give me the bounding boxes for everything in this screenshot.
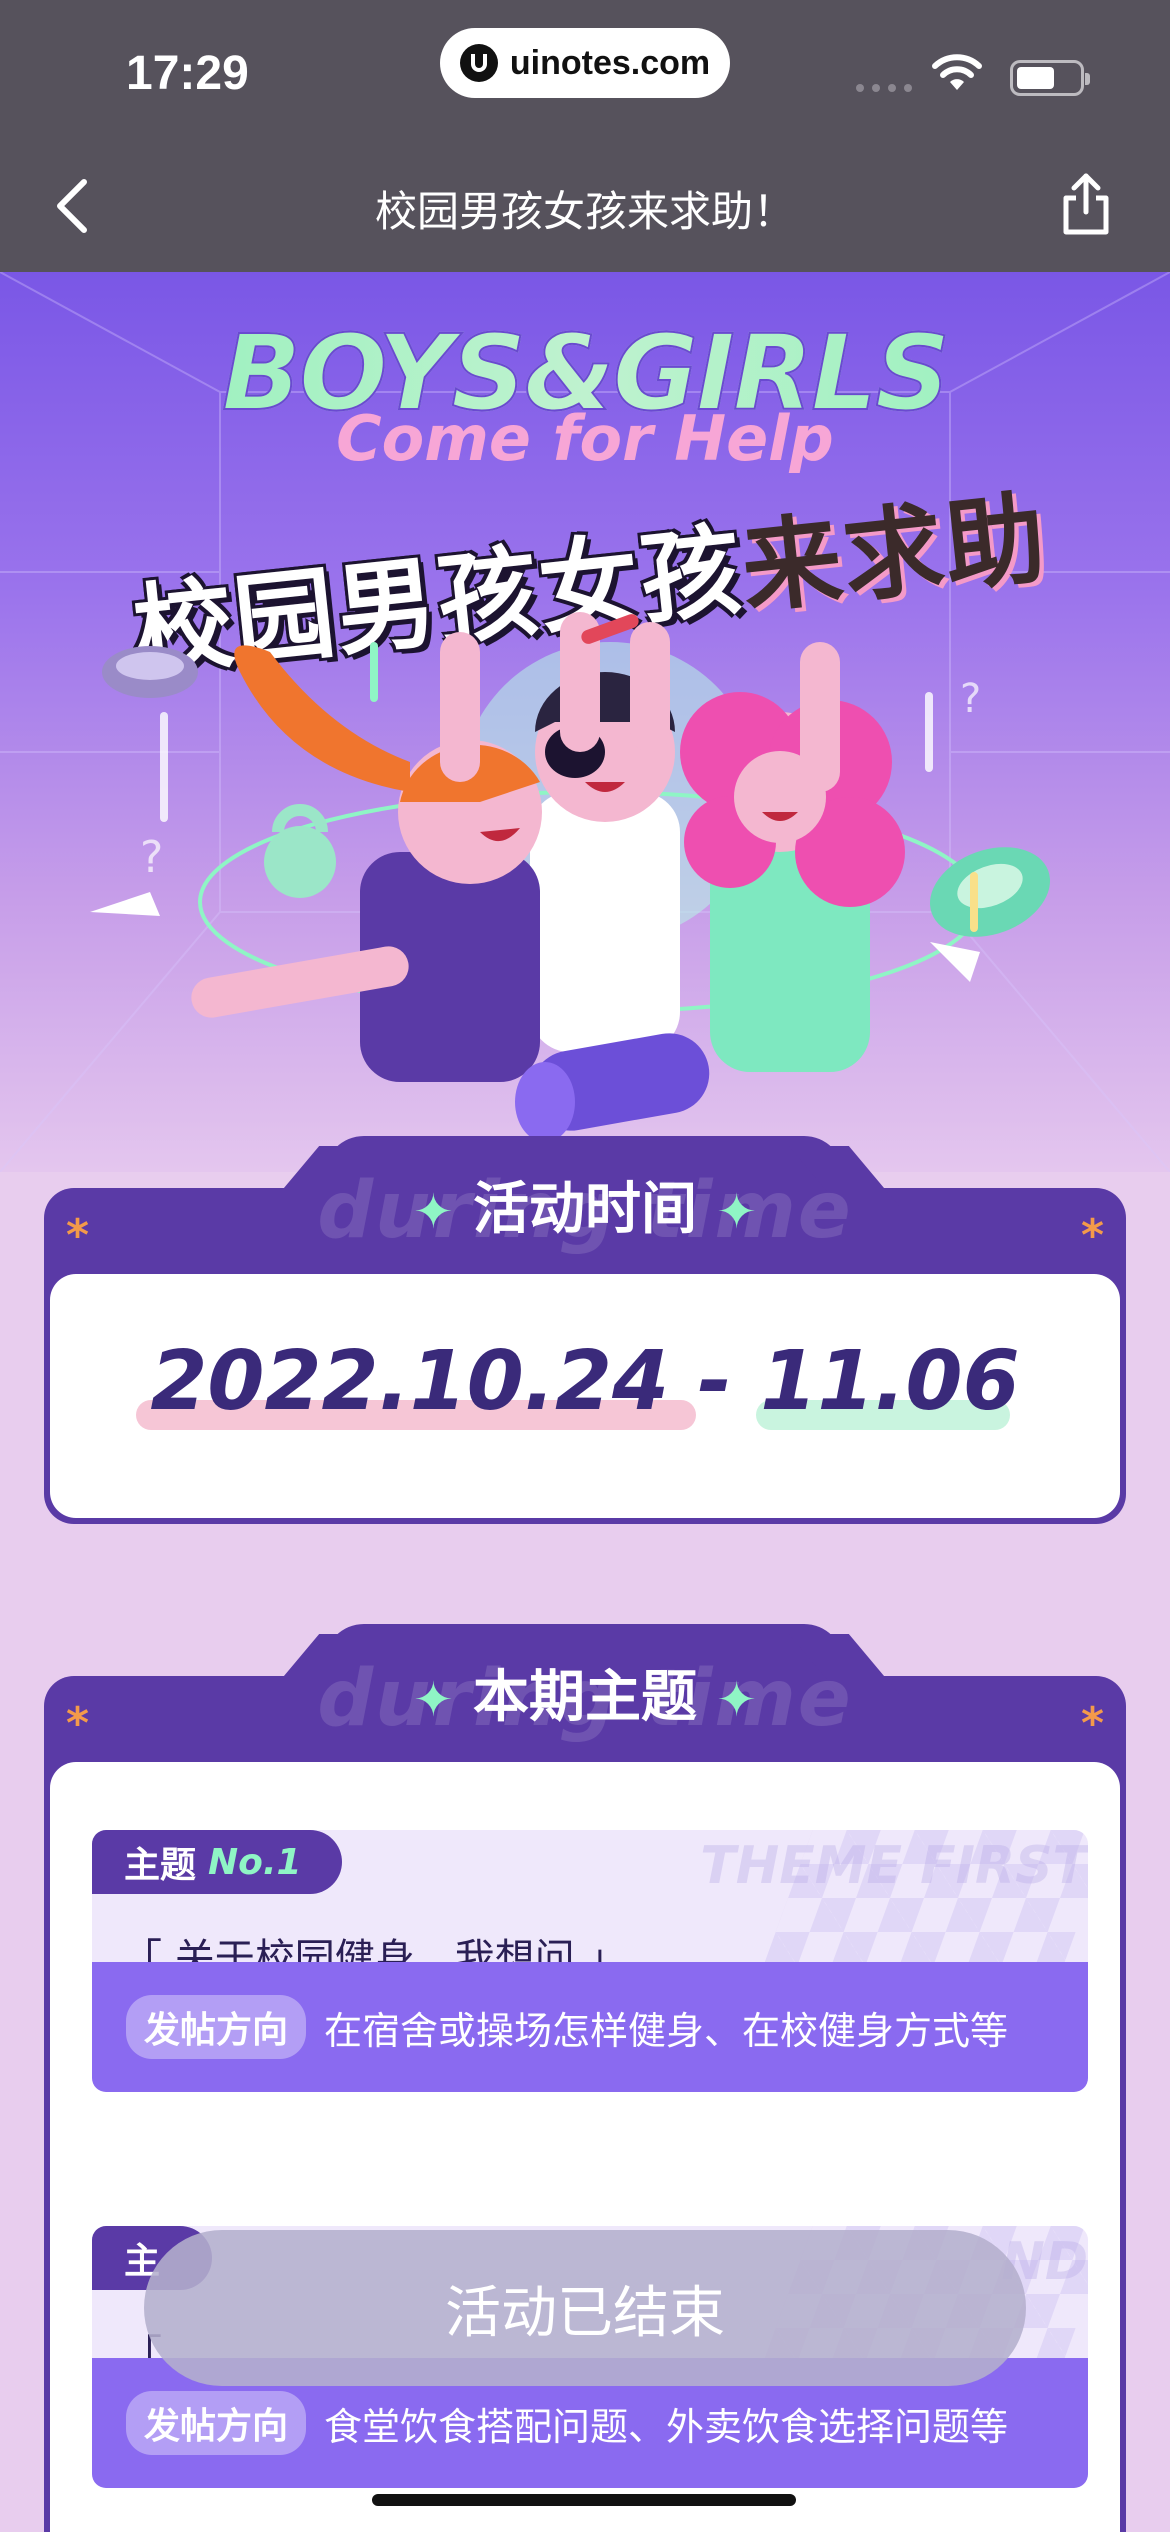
sparkle-right-icon: ✦ bbox=[716, 1672, 757, 1728]
star-right-icon: * bbox=[1080, 1698, 1104, 1749]
star-right-icon: * bbox=[1080, 1210, 1104, 1261]
sparkle-left-icon: ✦ bbox=[413, 1184, 454, 1240]
activity-date-range: 2022.10.24 - 11.06 bbox=[50, 1334, 1120, 1429]
home-indicator[interactable] bbox=[372, 2494, 796, 2506]
themes-card: during time ✦ 本期主题 ✦ * * THEME FIRST 主题 … bbox=[44, 1624, 1126, 2532]
theme-direction: 发帖方向 在宿舍或操场怎样健身、在校健身方式等 bbox=[92, 1962, 1088, 2092]
battery-icon bbox=[1010, 60, 1090, 96]
date-separator: - bbox=[697, 1334, 732, 1429]
status-time: 17:29 bbox=[126, 47, 249, 100]
url-pill[interactable]: uinotes.com bbox=[440, 28, 730, 98]
direction-text: 食堂饮食搭配问题、外卖饮食选择问题等 bbox=[324, 2404, 1009, 2449]
sparkle-right-icon: ✦ bbox=[716, 1184, 757, 1240]
theme-label-text: 主题 bbox=[124, 1845, 197, 1886]
url-text: uinotes.com bbox=[509, 43, 711, 82]
share-icon[interactable] bbox=[1056, 172, 1116, 238]
star-left-icon: * bbox=[66, 1210, 90, 1261]
cellular-signal-icon bbox=[856, 84, 912, 92]
direction-badge: 发帖方向 bbox=[126, 2391, 307, 2455]
activity-time-card: during time ✦ 活动时间 ✦ * * 2022.10.24 - 11… bbox=[44, 1136, 1126, 1524]
themes-title: ✦ 本期主题 ✦ bbox=[44, 1652, 1126, 1733]
activity-time-title-text: 活动时间 bbox=[473, 1177, 697, 1242]
direction-text: 在宿舍或操场怎样健身、在校健身方式等 bbox=[324, 2008, 1009, 2053]
page-title: 校园男孩女孩来求助！ bbox=[374, 187, 795, 236]
direction-badge: 发帖方向 bbox=[126, 1995, 307, 2059]
themes-body: THEME FIRST 主题 No.1 「 关于校园健身，我想问 」 发帖方向 … bbox=[50, 1762, 1120, 2532]
wifi-icon bbox=[932, 54, 982, 90]
sparkle-left-icon: ✦ bbox=[413, 1672, 454, 1728]
themes-title-text: 本期主题 bbox=[473, 1665, 697, 1730]
browser-top-bar: 17:29 uinotes.com 校园男孩女孩来求助！ bbox=[0, 0, 1170, 272]
svg-text:?: ? bbox=[140, 832, 163, 883]
hero-illustration: ? ? bbox=[90, 612, 1051, 1142]
site-logo-icon bbox=[459, 44, 498, 82]
theme-watermark: THEME FIRST bbox=[700, 1836, 1088, 1896]
date-end: 11.06 bbox=[760, 1334, 1020, 1429]
activity-time-title: ✦ 活动时间 ✦ bbox=[44, 1164, 1126, 1245]
theme-number: No.1 bbox=[208, 1841, 302, 1883]
activity-ended-button[interactable]: 活动已结束 bbox=[144, 2230, 1026, 2386]
svg-text:?: ? bbox=[960, 676, 981, 722]
theme-label: 主题 No.1 bbox=[92, 1830, 342, 1894]
theme-item: THEME FIRST 主题 No.1 「 关于校园健身，我想问 」 发帖方向 … bbox=[92, 1830, 1088, 2092]
star-left-icon: * bbox=[66, 1698, 90, 1749]
activity-time-body: 2022.10.24 - 11.06 bbox=[50, 1274, 1120, 1518]
hero-banner: BOYS&GIRLS Come for Help 校园男孩女孩来求助 ? ? bbox=[0, 272, 1170, 1172]
date-start: 2022.10.24 bbox=[150, 1334, 670, 1429]
